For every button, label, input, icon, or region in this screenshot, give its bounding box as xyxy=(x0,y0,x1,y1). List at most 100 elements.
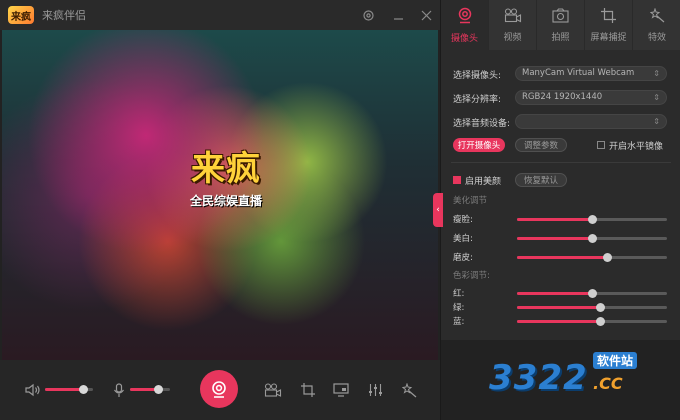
slider-fill xyxy=(517,320,600,323)
open-camera-button[interactable]: 打开摄像头 xyxy=(453,138,505,152)
chevron-updown-icon: ⇕ xyxy=(653,69,660,78)
app-logo: 来疯 xyxy=(8,6,34,24)
audio-select[interactable]: ⇕ xyxy=(515,114,667,129)
tab-camera[interactable]: 摄像头 xyxy=(441,0,489,50)
mic-slider[interactable] xyxy=(130,385,170,394)
slider-label: 蓝: xyxy=(453,317,465,327)
adjust-params-button[interactable]: 调整参数 xyxy=(515,138,567,152)
close-icon[interactable] xyxy=(416,5,436,25)
live-camera-icon xyxy=(212,381,226,398)
magic-wand-icon xyxy=(649,6,665,27)
watermark-cc: .CC xyxy=(593,374,623,393)
resolution-label: 选择分辨率: xyxy=(453,94,502,105)
volume-knob[interactable] xyxy=(79,385,89,394)
tab-photo[interactable]: 拍照 xyxy=(537,0,585,50)
tab-video-label: 视频 xyxy=(503,32,522,43)
brand-logo: 来疯 xyxy=(191,149,261,189)
resolution-select[interactable]: RGB24 1920x1440 ⇕ xyxy=(515,90,667,105)
collapse-panel-button[interactable]: ‹ xyxy=(433,193,443,227)
volume-fill xyxy=(45,388,84,391)
mic-knob[interactable] xyxy=(154,385,163,394)
gear-icon[interactable] xyxy=(358,5,378,25)
slider-fill xyxy=(517,306,600,309)
camera-select[interactable]: ManyCam Virtual Webcam ⇕ xyxy=(515,66,667,81)
resolution-row: 选择分辨率: xyxy=(453,90,501,106)
crop-icon xyxy=(601,7,616,27)
crop-icon[interactable] xyxy=(297,379,319,401)
slider-fill xyxy=(517,237,592,240)
chevron-updown-icon: ⇕ xyxy=(653,117,660,126)
app-title: 来疯伴侣 xyxy=(42,9,86,22)
video-camera-icon xyxy=(504,7,522,27)
mirror-checkbox[interactable] xyxy=(597,141,605,149)
brand-slogan: 全民综娱直播 xyxy=(189,194,262,208)
speaker-icon[interactable] xyxy=(22,379,44,401)
chevron-updown-icon: ⇕ xyxy=(653,93,660,102)
divider xyxy=(451,162,671,163)
equalizer-icon[interactable] xyxy=(364,379,386,401)
slider-fill xyxy=(517,256,607,259)
slider-knob[interactable] xyxy=(603,253,612,262)
resolution-value: RGB24 1920x1440 xyxy=(522,92,603,102)
watermark-sub: 软件站 xyxy=(593,352,638,369)
color-section-title: 色彩调节: xyxy=(453,271,490,281)
camera-preview: 来疯 全民综娱直播 xyxy=(2,30,438,360)
mirror-label: 开启水平镜像 xyxy=(609,141,664,152)
tab-camera-label: 摄像头 xyxy=(450,33,478,44)
slider-track[interactable] xyxy=(517,234,667,243)
reset-default-button[interactable]: 恢复默认 xyxy=(515,173,567,187)
mirror-toggle[interactable]: 开启水平镜像 xyxy=(597,137,663,153)
slider-fill xyxy=(517,218,592,221)
slider-track[interactable] xyxy=(517,215,667,224)
bottom-toolbar xyxy=(0,360,440,420)
camera-select-value: ManyCam Virtual Webcam xyxy=(522,68,635,78)
screen-share-icon[interactable] xyxy=(330,379,352,401)
watermark-number: 3322 xyxy=(489,358,588,398)
slider-track[interactable] xyxy=(517,317,667,326)
brand-logo-block: 来疯 全民综娱直播 xyxy=(178,148,274,209)
panel-tabs: 摄像头 视频 拍照 屏幕捕捉 特效 xyxy=(441,0,680,50)
beauty-section-title: 美化调节 xyxy=(453,196,488,206)
slider-label: 红: xyxy=(453,289,465,299)
tab-effects[interactable]: 特效 xyxy=(633,0,680,50)
slider-knob[interactable] xyxy=(588,289,597,298)
tab-screen-capture-label: 屏幕捕捉 xyxy=(590,32,627,43)
tab-effects-label: 特效 xyxy=(647,32,666,43)
tab-photo-label: 拍照 xyxy=(551,32,570,43)
beauty-enable-toggle[interactable]: 启用美颜 xyxy=(453,172,501,188)
panel-footer: 3322 软件站 .CC xyxy=(441,340,680,420)
slider-label: 磨皮: xyxy=(453,253,473,263)
settings-panel: ‹ 摄像头 视频 拍照 屏幕捕捉 特效 选择摄像头: ManyCam Virtu… xyxy=(433,0,680,420)
slider-track[interactable] xyxy=(517,303,667,312)
watermark-logo: 3322 软件站 .CC xyxy=(489,348,659,404)
chevron-left-icon: ‹ xyxy=(436,205,440,215)
slider-knob[interactable] xyxy=(595,303,605,312)
slider-label: 美白: xyxy=(453,234,473,244)
camera-select-row: 选择摄像头: xyxy=(453,66,501,82)
title-bar: 来疯 来疯伴侣 xyxy=(0,0,440,30)
start-live-button[interactable] xyxy=(200,370,238,408)
slider-track[interactable] xyxy=(517,289,667,298)
volume-slider[interactable] xyxy=(45,385,93,394)
slider-fill xyxy=(517,292,592,295)
main-area: 来疯 来疯伴侣 来疯 全民综娱直播 xyxy=(0,0,440,420)
slider-label: 瘦脸: xyxy=(453,215,473,225)
slider-track[interactable] xyxy=(517,253,667,262)
slider-knob[interactable] xyxy=(588,234,597,243)
beauty-enable-label: 启用美颜 xyxy=(465,176,502,187)
slider-knob[interactable] xyxy=(588,215,597,224)
camera-select-label: 选择摄像头: xyxy=(453,70,502,81)
effects-icon[interactable] xyxy=(398,379,420,401)
tab-screen-capture[interactable]: 屏幕捕捉 xyxy=(585,0,633,50)
camera-icon xyxy=(552,7,569,27)
minimize-icon[interactable] xyxy=(388,5,408,25)
audio-row: 选择音频设备: xyxy=(453,114,510,130)
tab-video[interactable]: 视频 xyxy=(489,0,537,50)
beauty-checkbox[interactable] xyxy=(453,176,461,184)
slider-knob[interactable] xyxy=(595,317,605,326)
microphone-icon[interactable] xyxy=(108,379,130,401)
audio-label: 选择音频设备: xyxy=(453,118,511,129)
slider-label: 绿: xyxy=(453,303,465,313)
video-icon[interactable] xyxy=(262,379,284,401)
webcam-icon xyxy=(457,7,473,28)
